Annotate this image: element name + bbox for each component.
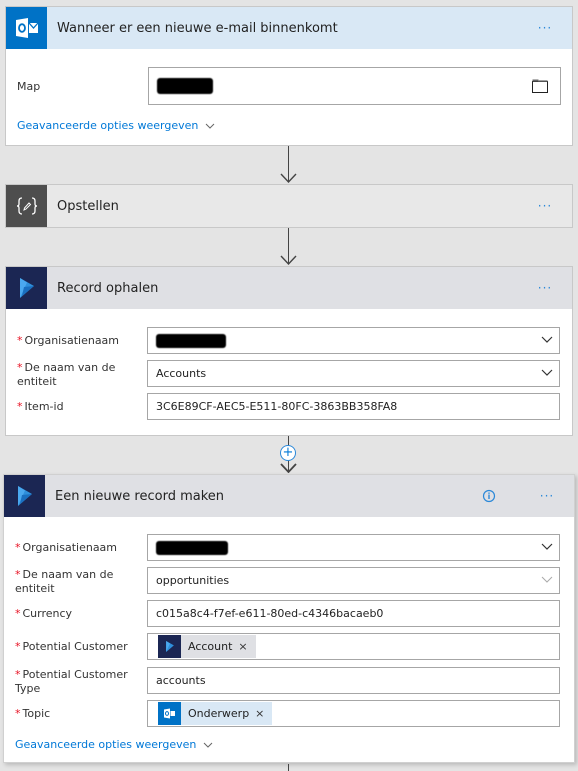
token-onderwerp[interactable]: Onderwerp × [158, 702, 273, 725]
field-label-text: Currency [22, 607, 73, 620]
remove-token-icon[interactable]: × [238, 640, 247, 653]
item-id-input[interactable]: 3C6E89CF-AEC5-E511-80FC-3863BB358FA8 [147, 393, 560, 420]
chevron-down-icon [541, 336, 553, 343]
advanced-options-link[interactable]: Geavanceerde opties weergeven [15, 738, 213, 751]
chevron-down-icon [541, 576, 553, 583]
redacted-value [157, 78, 213, 94]
field-label: * Currency [15, 607, 135, 621]
create-record-card: Een nieuwe record maken ··· * Organisatie… [3, 474, 575, 763]
field-label: * Potential Customer [15, 640, 135, 654]
create-record-card-title: Een nieuwe record maken [55, 488, 225, 504]
more-options-button[interactable]: ··· [530, 196, 560, 216]
dynamics-icon [6, 267, 47, 309]
field-label-text: Organisatienaam [24, 334, 120, 347]
entiteit-dropdown[interactable]: Accounts [147, 360, 560, 387]
advanced-options-label: Geavanceerde opties weergeven [17, 119, 199, 132]
chevron-down-icon [541, 369, 553, 376]
field-label: * Potential Customer Type [15, 668, 135, 696]
potential-customer-input[interactable]: Account × [147, 633, 560, 660]
trigger-card-title: Wanneer er een nieuwe e-mail binnenkomt [57, 20, 338, 36]
more-options-button[interactable]: ··· [532, 486, 562, 506]
token-account[interactable]: Account × [158, 635, 256, 658]
token-label: Account [188, 640, 233, 653]
folder-icon[interactable] [532, 79, 548, 93]
required-marker: * [15, 640, 21, 653]
field-value: opportunities [156, 574, 230, 587]
compose-card: Opstellen ··· [5, 184, 573, 228]
compose-icon [6, 185, 47, 227]
required-marker: * [17, 361, 23, 374]
field-label: Map [17, 80, 41, 93]
chevron-down-icon [205, 123, 215, 129]
field-label-text: Organisatienaam [22, 541, 118, 554]
dynamics-icon [158, 635, 181, 658]
arrow-down-icon [280, 463, 297, 473]
advanced-options-link[interactable]: Geavanceerde opties weergeven [17, 119, 215, 132]
organisatienaam-dropdown[interactable] [147, 534, 560, 561]
arrow-down-icon [280, 255, 297, 265]
trigger-card-header[interactable]: Wanneer er een nieuwe e-mail binnenkomt … [6, 7, 572, 49]
required-marker: * [15, 668, 21, 681]
map-folder-input[interactable] [148, 67, 561, 105]
add-step-button[interactable]: + [280, 445, 296, 461]
plus-icon: + [282, 445, 294, 460]
arrow-down-icon [280, 173, 297, 183]
redacted-value [156, 333, 226, 348]
field-label: * De naam van de entiteit [17, 361, 137, 389]
topic-input[interactable]: Onderwerp × [147, 700, 560, 727]
field-label-text: De naam van de entiteit [15, 568, 114, 595]
more-options-button[interactable]: ··· [530, 278, 560, 298]
field-label: * Item-id [17, 400, 137, 414]
create-record-card-header[interactable]: Een nieuwe record maken ··· [4, 475, 574, 517]
entiteit-dropdown[interactable]: opportunities [147, 567, 560, 594]
field-label: * De naam van de entiteit [15, 568, 135, 596]
compose-card-title: Opstellen [57, 198, 119, 214]
required-marker: * [15, 607, 21, 620]
get-record-card-header[interactable]: Record ophalen ··· [6, 267, 572, 309]
required-marker: * [17, 334, 23, 347]
redacted-value [156, 540, 228, 555]
remove-token-icon[interactable]: × [255, 707, 264, 720]
field-label-text: Item-id [24, 400, 64, 413]
organisatienaam-dropdown[interactable] [147, 327, 560, 354]
get-record-card-title: Record ophalen [57, 280, 159, 296]
field-label-text: Potential Customer Type [15, 668, 128, 695]
field-label-text: De naam van de entiteit [17, 361, 116, 388]
currency-input[interactable]: c015a8c4-f7ef-e611-80ed-c4346bacaeb0 [147, 600, 560, 627]
field-value: Accounts [156, 367, 207, 380]
trigger-card: Wanneer er een nieuwe e-mail binnenkomt … [5, 6, 573, 146]
potential-customer-type-input[interactable]: accounts [147, 667, 560, 694]
more-options-button[interactable]: ··· [530, 18, 560, 38]
field-value: 3C6E89CF-AEC5-E511-80FC-3863BB358FA8 [156, 400, 398, 413]
token-label: Onderwerp [188, 707, 250, 720]
compose-card-header[interactable]: Opstellen ··· [6, 185, 572, 227]
chevron-down-icon [203, 742, 213, 748]
required-marker: * [15, 568, 21, 581]
field-label-text: Topic [22, 707, 51, 720]
field-label: * Organisatienaam [15, 541, 135, 555]
info-icon[interactable] [482, 489, 496, 503]
advanced-options-label: Geavanceerde opties weergeven [15, 738, 197, 751]
field-value: c015a8c4-f7ef-e611-80ed-c4346bacaeb0 [156, 607, 384, 620]
required-marker: * [15, 707, 21, 720]
field-label: * Organisatienaam [17, 334, 137, 348]
required-marker: * [17, 400, 23, 413]
field-value: accounts [156, 674, 206, 687]
outlook-icon [158, 702, 181, 725]
required-marker: * [15, 541, 21, 554]
chevron-down-icon [541, 543, 553, 550]
field-label-text: Potential Customer [22, 640, 128, 653]
dynamics-icon [4, 475, 45, 517]
outlook-icon [6, 7, 47, 49]
get-record-card: Record ophalen ··· * Organisatienaam * De … [5, 266, 573, 436]
connector-line [288, 764, 289, 771]
field-label: * Topic [15, 707, 135, 721]
